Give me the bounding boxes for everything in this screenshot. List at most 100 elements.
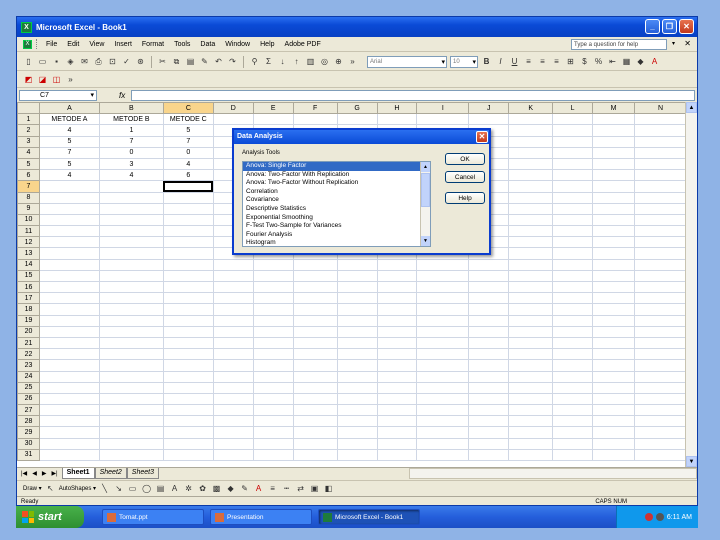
cell-I30[interactable] — [416, 437, 470, 450]
cell-A14[interactable] — [38, 258, 100, 271]
cell-B8[interactable] — [98, 191, 164, 204]
cell-D16[interactable] — [212, 280, 254, 294]
cell-G21[interactable] — [336, 336, 378, 350]
row-header[interactable]: 28 — [17, 415, 40, 428]
cell-G29[interactable] — [336, 426, 378, 439]
row-header[interactable]: 21 — [17, 336, 40, 350]
cell-K25[interactable] — [508, 381, 554, 394]
cell-L28[interactable] — [552, 415, 594, 428]
cell-L1[interactable] — [552, 113, 594, 126]
cell-M3[interactable] — [592, 135, 635, 148]
cell-I20[interactable] — [416, 325, 470, 338]
cell-L21[interactable] — [552, 336, 594, 350]
arrow-style-icon[interactable]: ⇄ — [295, 483, 306, 494]
cell-B22[interactable] — [98, 348, 164, 361]
cell-A10[interactable] — [38, 213, 100, 227]
cell-C25[interactable] — [162, 381, 214, 394]
cell-F27[interactable] — [292, 404, 338, 417]
list-item[interactable]: Anova: Two-Factor Without Replication — [243, 179, 430, 188]
cell-M22[interactable] — [592, 348, 635, 361]
cell-J16[interactable] — [468, 280, 510, 294]
cell-K29[interactable] — [508, 426, 554, 439]
sort-descending-icon[interactable]: ↑ — [291, 56, 302, 67]
cell-D22[interactable] — [212, 348, 254, 361]
cell-L30[interactable] — [552, 437, 594, 450]
research-icon[interactable]: ⊛ — [135, 56, 146, 67]
cell-C8[interactable] — [162, 191, 214, 204]
cell-H21[interactable] — [376, 336, 418, 350]
cell-M15[interactable] — [592, 269, 635, 283]
picture-icon[interactable]: ▩ — [211, 483, 222, 494]
cell-H26[interactable] — [376, 392, 418, 406]
cell-I25[interactable] — [416, 381, 470, 394]
function-icon[interactable]: fx — [119, 91, 125, 100]
row-header[interactable]: 18 — [17, 303, 40, 316]
cell-B23[interactable] — [98, 359, 164, 372]
column-header[interactable]: L — [552, 102, 594, 115]
row-header[interactable]: 4 — [17, 146, 40, 159]
font-color-icon[interactable]: A — [253, 483, 264, 494]
textbox-icon[interactable]: ▤ — [155, 483, 166, 494]
cell-K15[interactable] — [508, 269, 554, 283]
open-icon[interactable]: ▭ — [37, 56, 48, 67]
cell-A26[interactable] — [38, 392, 100, 406]
cell-B19[interactable] — [98, 314, 164, 327]
cell-E25[interactable] — [252, 381, 294, 394]
cell-N8[interactable] — [633, 191, 687, 204]
start-button[interactable]: start — [16, 506, 84, 528]
cell-F26[interactable] — [292, 392, 338, 406]
cell-C20[interactable] — [162, 325, 214, 338]
cell-C9[interactable] — [162, 202, 214, 215]
select-all-corner[interactable] — [17, 102, 40, 115]
task-tomat[interactable]: Tomat.ppt — [102, 509, 204, 525]
cell-C7[interactable] — [162, 180, 214, 193]
cell-N23[interactable] — [633, 359, 687, 372]
percent-icon[interactable]: % — [593, 56, 604, 67]
cell-C28[interactable] — [162, 415, 214, 428]
cell-N5[interactable] — [633, 157, 687, 171]
cell-A22[interactable] — [38, 348, 100, 361]
cell-K24[interactable] — [508, 370, 554, 383]
dash-style-icon[interactable]: ┅ — [281, 483, 292, 494]
cell-E19[interactable] — [252, 314, 294, 327]
column-header[interactable]: K — [508, 102, 554, 115]
cell-M12[interactable] — [592, 236, 635, 249]
clock[interactable]: 6:11 AM — [667, 514, 692, 521]
next-sheet-icon[interactable]: ▶ — [42, 470, 47, 477]
row-header[interactable]: 1 — [17, 113, 40, 126]
cell-A8[interactable] — [38, 191, 100, 204]
row-header[interactable]: 8 — [17, 191, 40, 204]
cell-I22[interactable] — [416, 348, 470, 361]
row-header[interactable]: 12 — [17, 236, 40, 249]
cell-H17[interactable] — [376, 292, 418, 305]
cell-B25[interactable] — [98, 381, 164, 394]
bold-icon[interactable]: B — [481, 56, 492, 67]
workbook-close-icon[interactable]: ✕ — [684, 39, 691, 48]
cell-L11[interactable] — [552, 225, 594, 238]
cell-A16[interactable] — [38, 280, 100, 294]
cell-G17[interactable] — [336, 292, 378, 305]
help-search-input[interactable]: Type a question for help — [571, 39, 667, 50]
cell-E29[interactable] — [252, 426, 294, 439]
cell-H14[interactable] — [376, 258, 418, 271]
cell-N29[interactable] — [633, 426, 687, 439]
cell-N1[interactable] — [633, 113, 687, 126]
convert-to-pdf-icon[interactable]: ◩ — [23, 74, 34, 85]
cell-E30[interactable] — [252, 437, 294, 450]
cell-L16[interactable] — [552, 280, 594, 294]
cell-K20[interactable] — [508, 325, 554, 338]
wordart-icon[interactable]: A — [169, 483, 180, 494]
list-item[interactable]: Anova: Single Factor — [243, 162, 430, 171]
menu-edit[interactable]: Edit — [63, 41, 85, 48]
cell-F28[interactable] — [292, 415, 338, 428]
list-item[interactable]: Fourier Analysis — [243, 231, 430, 240]
cell-A29[interactable] — [38, 426, 100, 439]
list-item[interactable]: Correlation — [243, 188, 430, 197]
cell-I31[interactable] — [416, 448, 470, 462]
cell-D15[interactable] — [212, 269, 254, 283]
cell-K12[interactable] — [508, 236, 554, 249]
cell-J1[interactable] — [468, 113, 510, 126]
cell-L13[interactable] — [552, 247, 594, 260]
cell-E22[interactable] — [252, 348, 294, 361]
cell-B21[interactable] — [98, 336, 164, 350]
